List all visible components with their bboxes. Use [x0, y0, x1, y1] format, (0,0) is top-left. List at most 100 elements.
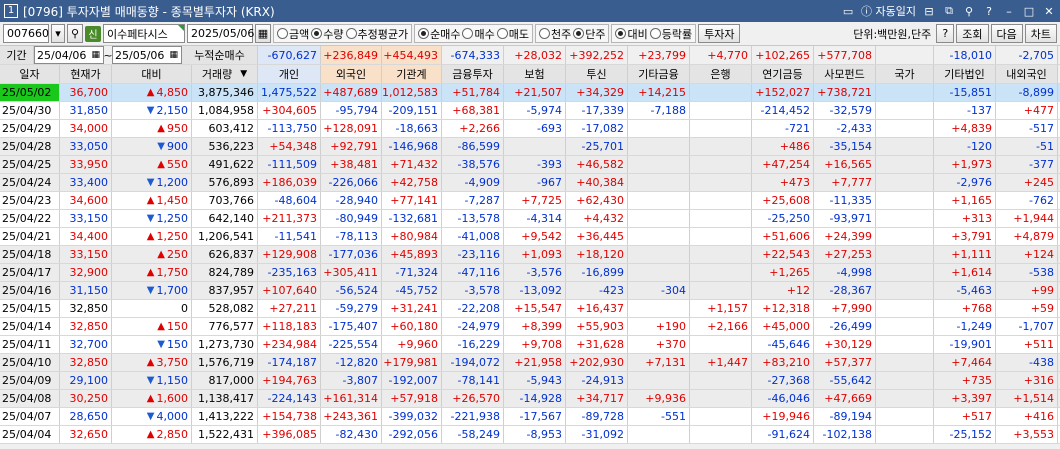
question-button[interactable]: ? [936, 24, 955, 43]
cell-individual: -174,187 [258, 354, 321, 371]
col-header-domestic-foreign[interactable]: 내외국인 [996, 65, 1058, 83]
radio-avg-price[interactable]: 추정평균가 [345, 26, 410, 42]
code-dropdown-icon[interactable]: ▾ [51, 24, 65, 43]
period-label: 기간 [0, 46, 34, 64]
stock-code-input[interactable]: 007660 [3, 24, 49, 43]
radio-net-label: 순매수 [430, 27, 461, 41]
search-icon[interactable]: ⚲ [67, 24, 83, 43]
sort-down-icon[interactable]: ▼ [240, 69, 247, 79]
table-row[interactable]: 25/04/15 32,850 0 528,082 +27,211 -59,279 +31,… [0, 300, 1060, 318]
col-header-price[interactable]: 현재가 [60, 65, 112, 83]
cell-volume: 603,412 [192, 120, 258, 137]
cell-diff-value: 2,150 [156, 104, 189, 117]
radio-thousand-label: 천주 [550, 27, 572, 41]
chart-button[interactable]: 차트 [1024, 24, 1057, 43]
autolog-button[interactable]: ⓘ 자동일지 [861, 3, 916, 19]
cell-bank: +2,166 [690, 318, 752, 335]
link-icon[interactable]: ⧉ [942, 4, 956, 18]
table-row[interactable]: 25/04/17 32,900 ▲ 1,750 824,789 -235,163 +305,… [0, 264, 1060, 282]
table-row[interactable]: 25/04/10 32,850 ▲ 3,750 1,576,719 -174,187 -12… [0, 354, 1060, 372]
calendar-icon[interactable]: ▦ [169, 50, 178, 60]
table-row[interactable]: 25/04/24 33,400 ▼ 1,200 576,893 +186,039 -226,… [0, 174, 1060, 192]
col-header-individual[interactable]: 개인 [258, 65, 321, 83]
cell-trust: -17,339 [566, 102, 628, 119]
cell-fin-invest: -38,576 [442, 156, 504, 173]
cell-individual: -235,163 [258, 264, 321, 281]
cell-nation [876, 408, 934, 425]
cell-private-fund: -55,642 [814, 372, 876, 389]
col-header-fin-invest[interactable]: 금융투자 [442, 65, 504, 83]
date-input[interactable]: 2025/05/06 [187, 24, 254, 43]
table-row[interactable]: 25/04/23 34,600 ▲ 1,450 703,766 -48,604 -28,94… [0, 192, 1060, 210]
table-row[interactable]: 25/04/07 28,650 ▼ 4,000 1,413,222 +154,738 +24… [0, 408, 1060, 426]
col-header-date[interactable]: 일자 [0, 65, 60, 83]
col-header-private-fund[interactable]: 사모펀드 [814, 65, 876, 83]
cell-other-corp: +7,464 [934, 354, 996, 371]
col-header-institution[interactable]: 기관계 [382, 65, 442, 83]
col-header-pension[interactable]: 연기금등 [752, 65, 814, 83]
minimize-icon[interactable]: – [1002, 5, 1016, 18]
table-row[interactable]: 25/04/21 34,400 ▲ 1,250 1,206,541 -11,541 -78,… [0, 228, 1060, 246]
radio-buy[interactable]: 매수 [461, 26, 495, 42]
col-header-insurance[interactable]: 보험 [504, 65, 566, 83]
table-row[interactable]: 25/04/29 34,000 ▲ 950 603,412 -113,750 +128,09… [0, 120, 1060, 138]
investor-button[interactable]: 투자자 [698, 24, 741, 43]
table-row[interactable]: 25/04/30 31,850 ▼ 2,150 1,084,958 +304,605 -95… [0, 102, 1060, 120]
memo-icon[interactable]: ▭ [841, 5, 855, 18]
close-icon[interactable]: ✕ [1042, 5, 1056, 18]
col-header-nation[interactable]: 국가 [876, 65, 934, 83]
col-header-diff[interactable]: 대비 [112, 65, 192, 83]
cell-volume: 3,875,346 [192, 84, 258, 101]
help-icon[interactable]: ? [982, 5, 996, 18]
cell-date: 25/04/25 [0, 156, 60, 173]
radio-amount[interactable]: 금액 [276, 26, 310, 42]
table-row[interactable]: 25/04/09 29,100 ▼ 1,150 817,000 +194,763 -3,80… [0, 372, 1060, 390]
table-row[interactable]: 25/04/04 32,650 ▲ 2,850 1,522,431 +396,085 -82… [0, 426, 1060, 444]
pin-icon[interactable]: ⚲ [962, 5, 976, 18]
radio-diff[interactable]: 대비 [614, 26, 648, 42]
period-to-input[interactable]: 25/05/06 ▦ [112, 46, 182, 64]
cell-institution: +60,180 [382, 318, 442, 335]
search-button[interactable]: 조회 [956, 24, 989, 43]
table-row[interactable]: 25/05/02 36,700 ▲ 4,850 3,875,346 1,475,522 +4… [0, 84, 1060, 102]
col-header-volume[interactable]: 거래량 ▼ [192, 65, 258, 83]
cell-institution: -18,663 [382, 120, 442, 137]
cell-institution: -399,032 [382, 408, 442, 425]
table-row[interactable]: 25/04/16 31,150 ▼ 1,700 837,957 +107,640 -56,5… [0, 282, 1060, 300]
radio-single[interactable]: 단주 [572, 26, 606, 42]
stock-name: 이수페타시스 [107, 27, 168, 41]
table-row[interactable]: 25/04/14 32,850 ▲ 150 776,577 +118,183 -175,40… [0, 318, 1060, 336]
cell-nation [876, 318, 934, 335]
table-row[interactable]: 25/04/22 33,150 ▼ 1,250 642,140 +211,373 -80,9… [0, 210, 1060, 228]
calendar-icon[interactable]: ▦ [255, 24, 271, 43]
radio-thousand[interactable]: 천주 [538, 26, 572, 42]
cell-foreign: -28,940 [321, 192, 382, 209]
radio-quantity[interactable]: 수량 [310, 26, 344, 42]
table-row[interactable]: 25/04/25 33,950 ▲ 550 491,622 -111,509 +38,481… [0, 156, 1060, 174]
col-header-other-corp[interactable]: 기타법인 [934, 65, 996, 83]
table-row[interactable]: 25/04/28 33,050 ▼ 900 536,223 +54,348 +92,791-… [0, 138, 1060, 156]
cell-bank [690, 84, 752, 101]
cell-pension: +83,210 [752, 354, 814, 371]
cell-nation [876, 246, 934, 263]
table-row[interactable]: 25/04/18 33,150 ▲ 250 626,837 +129,908 -177,03… [0, 246, 1060, 264]
col-header-trust[interactable]: 투신 [566, 65, 628, 83]
radio-net-buy[interactable]: 순매수 [417, 26, 461, 42]
radio-rate[interactable]: 등락률 [649, 26, 693, 42]
cell-domestic-foreign: +1,514 [996, 390, 1058, 407]
radio-sell[interactable]: 매도 [496, 26, 530, 42]
col-header-other-fin[interactable]: 기타금융 [628, 65, 690, 83]
calendar-icon[interactable]: ▦ [91, 50, 100, 60]
period-from-input[interactable]: 25/04/06 ▦ [34, 46, 104, 64]
layout-icon[interactable]: ⊟ [922, 5, 936, 18]
col-header-foreign[interactable]: 외국인 [321, 65, 382, 83]
cell-insurance: +8,399 [504, 318, 566, 335]
col-header-bank[interactable]: 은행 [690, 65, 752, 83]
cell-other-corp: +313 [934, 210, 996, 227]
cell-other-corp: -5,463 [934, 282, 996, 299]
table-row[interactable]: 25/04/08 30,250 ▲ 1,600 1,138,417 -224,143 +16… [0, 390, 1060, 408]
table-row[interactable]: 25/04/11 32,700 ▼ 150 1,273,730 +234,984 -225,… [0, 336, 1060, 354]
maximize-icon[interactable]: □ [1022, 5, 1036, 18]
arrow-down-icon: ▼ [146, 285, 155, 296]
next-button[interactable]: 다음 [990, 24, 1023, 43]
